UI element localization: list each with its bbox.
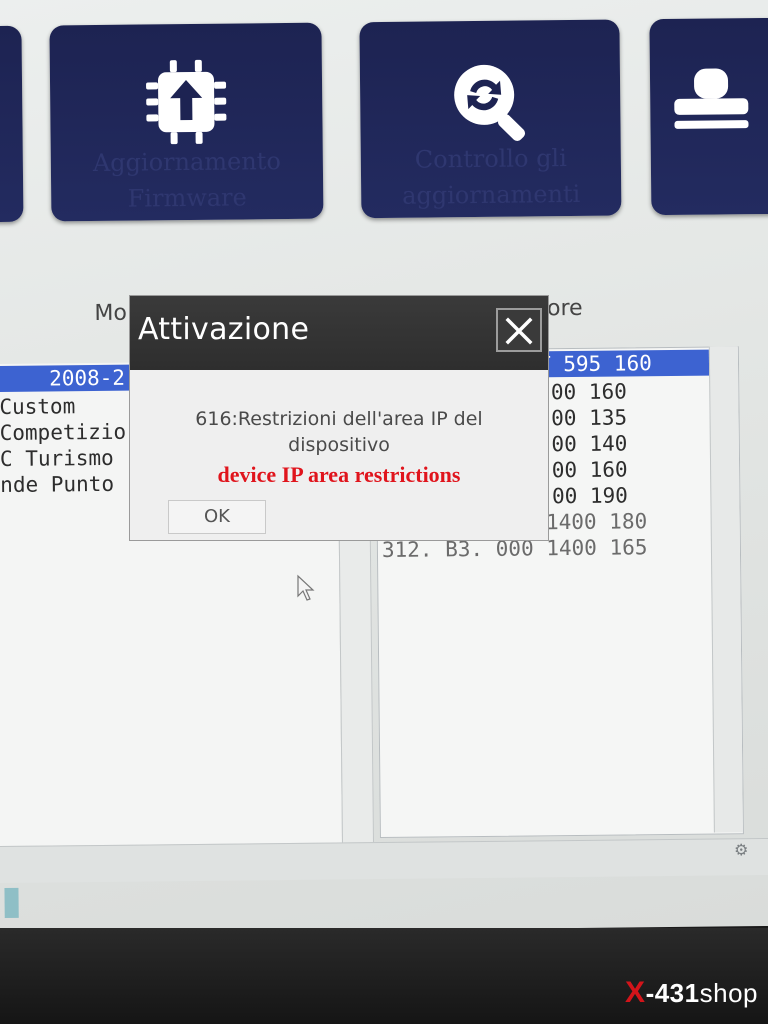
watermark-x: X — [625, 976, 646, 1009]
list-item[interactable]: nde Punto — [0, 471, 114, 498]
search-refresh-icon — [454, 64, 526, 142]
photo-stage: Aggiornamento Firmware Controllo gli agg… — [0, 0, 768, 1024]
list-item[interactable]: :00 135 — [538, 404, 627, 431]
settings-icon[interactable]: ⚙ — [734, 840, 754, 860]
list-item[interactable]: Custom — [0, 393, 75, 420]
status-strip — [0, 837, 768, 884]
close-icon — [505, 317, 533, 345]
toolbar-tile-partial-right[interactable] — [649, 17, 768, 216]
side-tab[interactable] — [4, 887, 19, 918]
list-item[interactable]: :00 160 — [538, 378, 627, 405]
list-item[interactable]: Competizio — [0, 419, 126, 446]
watermark-number: -431 — [645, 978, 700, 1008]
list-item[interactable]: C Turismo — [0, 445, 114, 472]
list-item[interactable]: :00 190 — [539, 482, 628, 509]
mouse-pointer-icon — [297, 574, 315, 601]
model-list-scrollbar[interactable] — [338, 532, 375, 853]
list-item[interactable]: :00 140 — [539, 430, 628, 457]
dialog-close-button[interactable] — [496, 308, 542, 352]
dialog-titlebar: Attivazione — [130, 296, 548, 370]
list-item[interactable]: :00 160 — [539, 456, 628, 483]
check-updates-button[interactable]: Controllo gli aggiornamenti — [359, 19, 622, 219]
chip-upload-icon — [146, 59, 227, 145]
dialog-title: Attivazione — [138, 312, 310, 347]
stamp-icon — [674, 68, 749, 129]
check-updates-label: Controllo gli aggiornamenti — [401, 144, 581, 210]
brand-watermark: X-431shop — [625, 976, 758, 1010]
watermark-shop: shop — [699, 978, 758, 1008]
firmware-update-label: Aggiornamento Firmware — [92, 147, 281, 213]
translation-annotation: device IP area restrictions — [217, 462, 461, 487]
ok-button[interactable]: OK — [168, 500, 266, 534]
dialog-message: 616:Restrizioni dell'area IP del disposi… — [195, 408, 483, 456]
firmware-update-button[interactable]: Aggiornamento Firmware — [49, 22, 324, 222]
toolbar-tile-partial-left[interactable] — [0, 25, 24, 223]
engine-list-scrollbar[interactable] — [708, 346, 743, 833]
model-column-header: Mo — [94, 300, 128, 327]
